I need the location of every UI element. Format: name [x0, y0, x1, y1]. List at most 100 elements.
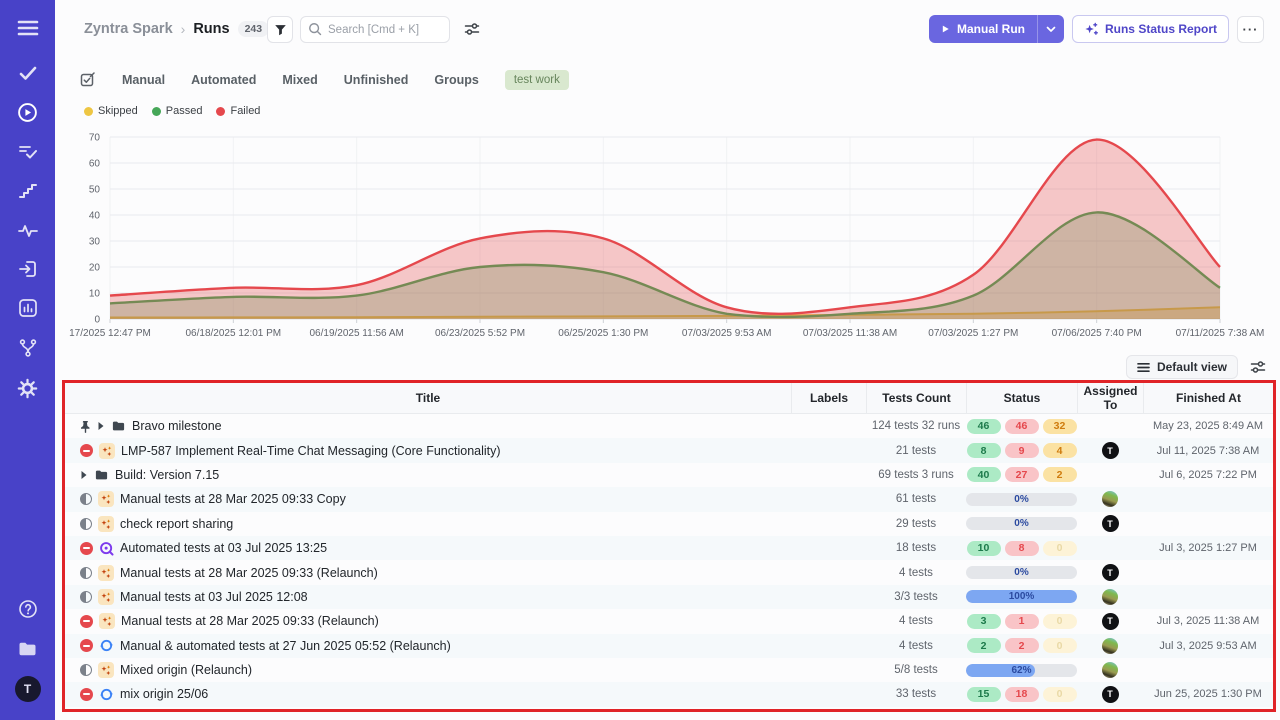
sidebar-item-menu[interactable]: [0, 8, 55, 48]
table-settings-icon[interactable]: [1250, 359, 1266, 375]
table-row[interactable]: Manual tests at 28 Mar 2025 09:33 (Relau…: [65, 560, 1273, 584]
table-row[interactable]: check report sharing29 tests0%T: [65, 512, 1273, 536]
badge-passed: 40: [967, 467, 1001, 482]
sidebar-item-reports[interactable]: [0, 288, 55, 328]
badge-skipped: 0: [1043, 614, 1077, 629]
column-header-status[interactable]: Status: [966, 383, 1077, 413]
progress-bar: 100%: [966, 590, 1077, 603]
cell-status: 1080: [966, 541, 1077, 556]
table-row[interactable]: LMP-587 Implement Real-Time Chat Messagi…: [65, 438, 1273, 462]
reports-icon: [18, 298, 38, 318]
manual-run-button[interactable]: Manual Run: [929, 15, 1037, 43]
column-header-finished-at[interactable]: Finished At: [1143, 383, 1273, 413]
run-title: check report sharing: [120, 517, 233, 531]
legend-item-passed[interactable]: Passed: [152, 105, 203, 117]
status-badges: 1080: [967, 541, 1077, 556]
cell-tests-count: 69 tests 3 runs: [866, 469, 966, 481]
cell-title: mix origin 25/06: [65, 687, 791, 702]
table-row[interactable]: Manual tests at 03 Jul 2025 12:083/3 tes…: [65, 585, 1273, 609]
sidebar-item-settings[interactable]: [0, 368, 55, 408]
badge-passed: 8: [967, 443, 1001, 458]
legend-item-failed[interactable]: Failed: [216, 105, 260, 117]
manual-origin-icon: [98, 516, 114, 532]
progress-bar: 0%: [966, 517, 1077, 530]
sidebar-item-activity[interactable]: [0, 211, 55, 251]
cell-title: Mixed origin (Relaunch): [65, 662, 791, 678]
cell-title: Manual tests at 28 Mar 2025 09:33 (Relau…: [65, 613, 791, 629]
default-view-button[interactable]: Default view: [1126, 355, 1238, 379]
view-bar: Default view: [1126, 355, 1266, 379]
sidebar-item-versions[interactable]: [0, 328, 55, 368]
cell-title: Manual tests at 28 Mar 2025 09:33 (Relau…: [65, 565, 791, 581]
table-row[interactable]: Bravo milestone124 tests 32 runs464632Ma…: [65, 414, 1273, 438]
tab-automated[interactable]: Automated: [191, 73, 256, 87]
tab-manual[interactable]: Manual: [122, 73, 165, 87]
runs-status-report-button[interactable]: Runs Status Report: [1072, 15, 1229, 43]
sidebar-item-projects[interactable]: [0, 629, 55, 669]
column-header-assigned-to[interactable]: Assigned To: [1077, 383, 1143, 413]
run-title: Manual tests at 28 Mar 2025 09:33 (Relau…: [120, 566, 378, 580]
y-tick-label: 50: [89, 185, 101, 196]
sidebar-item-test-cases[interactable]: [0, 53, 55, 93]
cell-finished-at: May 23, 2025 8:49 AM: [1143, 420, 1273, 432]
table-row[interactable]: Mixed origin (Relaunch)5/8 tests62%: [65, 658, 1273, 682]
tab-groups[interactable]: Groups: [434, 73, 478, 87]
sidebar-item-requirements[interactable]: [0, 249, 55, 289]
run-checklist-icon[interactable]: [80, 72, 96, 88]
sidebar-item-user-avatar[interactable]: T: [0, 669, 55, 709]
sidebar-item-shared-steps[interactable]: [0, 171, 55, 211]
column-header-tests-count[interactable]: Tests Count: [866, 383, 966, 413]
badge-skipped: 4: [1043, 443, 1077, 458]
automated-origin-icon: [99, 541, 114, 556]
run-title: Manual & automated tests at 27 Jun 2025 …: [120, 639, 451, 653]
table-row[interactable]: Build: Version 7.1569 tests 3 runs40272J…: [65, 463, 1273, 487]
filter-button[interactable]: [267, 16, 293, 43]
column-header-labels[interactable]: Labels: [791, 383, 866, 413]
badge-failed: 1: [1005, 614, 1039, 629]
column-header-title[interactable]: Title: [65, 383, 791, 413]
search-settings-icon[interactable]: [464, 21, 480, 37]
projects-icon: [17, 639, 38, 659]
y-tick-label: 30: [89, 237, 101, 248]
table-row[interactable]: mix origin 25/0633 tests15180TJun 25, 20…: [65, 682, 1273, 706]
badge-failed: 2: [1005, 638, 1039, 653]
status-failed-icon: [80, 542, 93, 555]
badge-failed: 9: [1005, 443, 1039, 458]
more-actions-button[interactable]: ···: [1237, 16, 1264, 43]
table-row[interactable]: Manual tests at 28 Mar 2025 09:33 (Relau…: [65, 609, 1273, 633]
table-row[interactable]: Manual & automated tests at 27 Jun 2025 …: [65, 634, 1273, 658]
cell-finished-at: Jul 3, 2025 1:27 PM: [1143, 542, 1273, 554]
runs-icon: [17, 102, 38, 123]
table-row[interactable]: Automated tests at 03 Jul 2025 13:2518 t…: [65, 536, 1273, 560]
search-icon: [308, 22, 322, 36]
x-tick-label: 07/06/2025 7:40 PM: [1052, 328, 1142, 339]
y-tick-label: 70: [89, 133, 101, 144]
breadcrumb-project[interactable]: Zyntra Spark: [84, 21, 173, 37]
tab-mixed[interactable]: Mixed: [282, 73, 317, 87]
search-input[interactable]: [300, 16, 450, 43]
badge-failed: 8: [1005, 541, 1039, 556]
manual-run-dropdown[interactable]: [1037, 15, 1064, 43]
y-tick-label: 60: [89, 159, 101, 170]
table-row[interactable]: Manual tests at 28 Mar 2025 09:33 Copy61…: [65, 487, 1273, 511]
run-title: Mixed origin (Relaunch): [120, 663, 252, 677]
sidebar-item-defects[interactable]: [0, 132, 55, 172]
legend-dot-failed-icon: [216, 107, 225, 116]
x-tick-label: 06/25/2025 1:30 PM: [558, 328, 648, 339]
status-failed-icon: [80, 688, 93, 701]
cell-assigned-to: T: [1077, 515, 1143, 532]
cell-tests-count: 33 tests: [866, 688, 966, 700]
sidebar-item-help[interactable]: [0, 589, 55, 629]
cell-status: 0%: [966, 493, 1077, 506]
legend-item-skipped[interactable]: Skipped: [84, 105, 138, 117]
cell-assigned-to: T: [1077, 564, 1143, 581]
badge-passed: 10: [967, 541, 1001, 556]
play-icon: [941, 24, 950, 34]
runs-filter-tabs: Manual Automated Mixed Unfinished Groups tes…: [80, 70, 569, 90]
cell-status: 62%: [966, 664, 1077, 677]
cell-status: 40272: [966, 467, 1077, 482]
cell-assigned-to: [1077, 589, 1143, 605]
filter-tag-test-work[interactable]: test work: [505, 70, 569, 90]
tab-unfinished[interactable]: Unfinished: [344, 73, 409, 87]
sidebar-item-runs[interactable]: [0, 92, 55, 132]
